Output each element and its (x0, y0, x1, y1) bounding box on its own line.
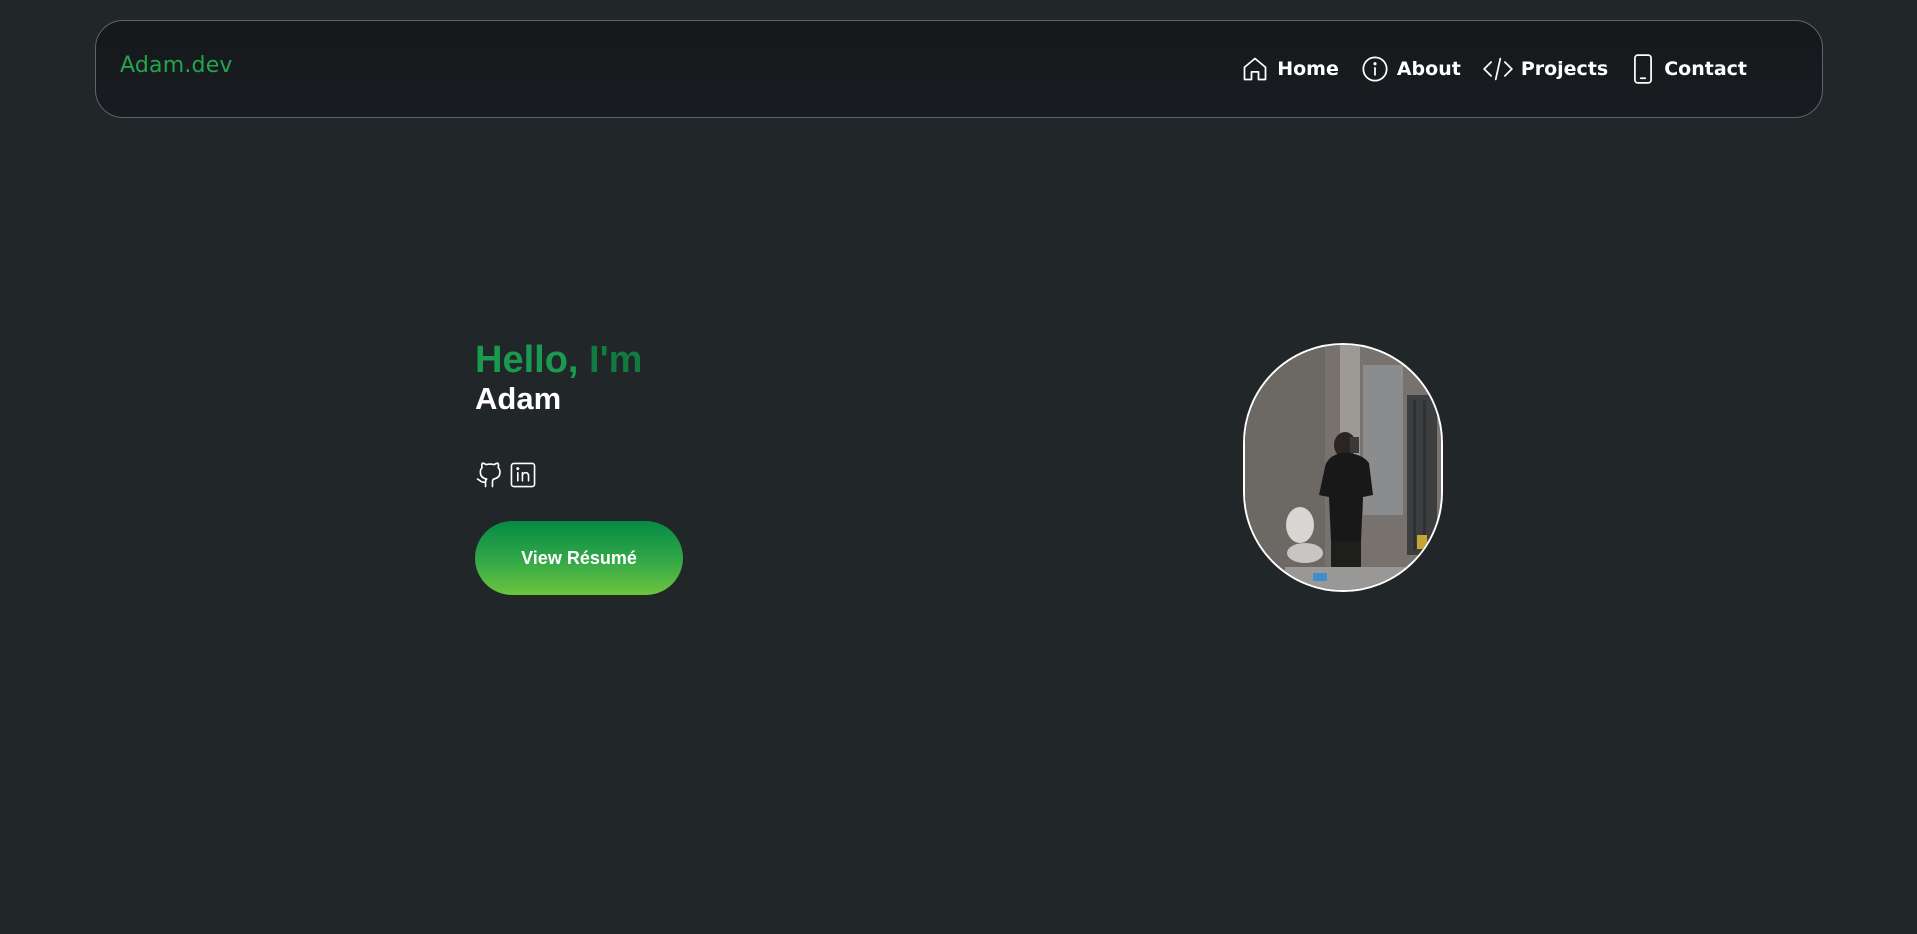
info-icon (1361, 55, 1389, 83)
github-icon (475, 460, 503, 490)
linkedin-link[interactable] (509, 460, 537, 490)
nav-link-home[interactable]: Home (1241, 55, 1339, 83)
nav-link-label: Projects (1520, 58, 1609, 80)
phone-icon (1630, 54, 1656, 84)
nav-link-label: Home (1277, 58, 1339, 80)
nav-link-about[interactable]: About (1361, 55, 1461, 83)
nav-link-label: About (1396, 58, 1461, 80)
nav-link-projects[interactable]: Projects (1483, 55, 1608, 83)
greeting-im: I'm (578, 339, 643, 381)
code-icon (1483, 55, 1513, 83)
home-icon (1241, 55, 1269, 83)
nav-link-label: Contact (1664, 58, 1747, 80)
linkedin-icon (509, 460, 537, 490)
hero-greeting: Hello, I'm (475, 338, 642, 382)
github-link[interactable] (475, 460, 503, 490)
navbar: Adam.dev Home About Projects Contact (95, 20, 1823, 118)
nav-links: Home About Projects Contact (1241, 21, 1747, 117)
greeting-hello: Hello, (475, 339, 579, 381)
hero-name: Adam (475, 381, 562, 416)
social-links (475, 460, 537, 490)
hero-intro: Hello, I'm Adam (475, 338, 642, 416)
view-resume-button[interactable]: View Résumé (475, 521, 683, 595)
brand-logo-link[interactable]: Adam.dev (120, 53, 233, 78)
profile-photo (1243, 343, 1443, 592)
nav-link-contact[interactable]: Contact (1630, 54, 1747, 84)
